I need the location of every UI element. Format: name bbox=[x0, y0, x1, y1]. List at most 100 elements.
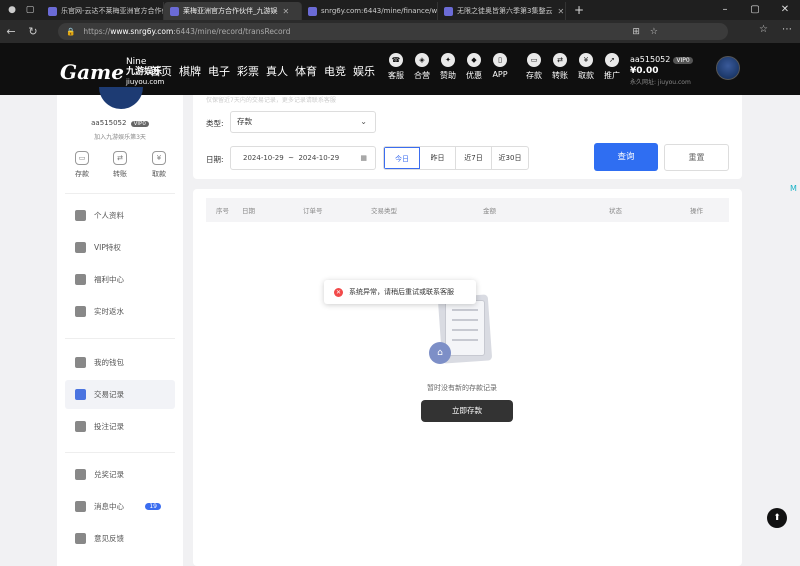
vip-icon bbox=[75, 242, 86, 253]
chevron-down-icon: ⌄ bbox=[360, 117, 367, 126]
main-nav: 首页 棋牌 电子 彩票 真人 体育 电竞 娱乐 bbox=[150, 63, 375, 79]
browser-tab[interactable]: snrg6y.com:6443/mine/finance/w✕ bbox=[302, 2, 438, 20]
refresh-icon[interactable]: ↻ bbox=[22, 25, 44, 38]
sidebar-transfer[interactable]: ⇄ 转账 bbox=[105, 151, 135, 179]
close-tab-icon[interactable]: ✕ bbox=[557, 7, 564, 16]
nav-slots[interactable]: 电子 bbox=[208, 63, 230, 79]
sidebar-item-prizes[interactable]: 兑奖记录 bbox=[65, 460, 175, 489]
query-button[interactable]: 查询 bbox=[594, 143, 658, 171]
divider bbox=[65, 338, 175, 339]
nav-live[interactable]: 真人 bbox=[266, 63, 288, 79]
close-window-icon[interactable]: ✕ bbox=[770, 0, 800, 20]
filter-panel: 仅保留近7天内的交易记录，更多记录请联系客服 类型: 存款 ⌄ 日期: 2024-… bbox=[193, 95, 742, 179]
sidebar-item-profile[interactable]: 个人资料 bbox=[65, 201, 175, 230]
sidebar-item-rebate[interactable]: 实时返水 bbox=[65, 297, 175, 326]
back-to-top-icon[interactable]: ⬆ bbox=[767, 508, 787, 528]
error-toast: ✕ 系统异常，请稍后重试或联系客服 bbox=[324, 280, 476, 304]
header-promotions[interactable]: ◆ 优惠 bbox=[463, 53, 485, 81]
sponsor-icon: ✦ bbox=[441, 53, 455, 67]
nav-entertainment[interactable]: 娱乐 bbox=[353, 63, 375, 79]
gift-icon: ◆ bbox=[467, 53, 481, 67]
date-label: 日期: bbox=[206, 155, 224, 164]
sidebar-avatar[interactable] bbox=[99, 87, 143, 109]
sidebar-item-feedback[interactable]: 意见反馈 bbox=[65, 524, 175, 553]
partner-icon: ◈ bbox=[415, 53, 429, 67]
range-7days[interactable]: 近7日 bbox=[456, 147, 492, 169]
minimize-icon[interactable]: – bbox=[710, 0, 740, 20]
avatar[interactable] bbox=[716, 56, 740, 80]
sidebar-item-transactions[interactable]: 交易记录 bbox=[65, 380, 175, 409]
vip-badge: VIP0 bbox=[673, 57, 693, 64]
profile-icon bbox=[75, 210, 86, 221]
app-available-icon[interactable]: ⊞ bbox=[632, 27, 640, 37]
reset-button[interactable]: 重置 bbox=[664, 144, 729, 171]
sidebar-item-vip[interactable]: VIP特权 bbox=[65, 233, 175, 262]
header-customer-service[interactable]: ☎ 客服 bbox=[385, 53, 407, 81]
lock-icon[interactable]: 🔒 bbox=[66, 27, 75, 36]
header-user-info[interactable]: aa515052 VIP0 ¥0.00 永久网址: jiuyou.com bbox=[630, 55, 693, 86]
nav-chess[interactable]: 棋牌 bbox=[179, 63, 201, 79]
join-days: 加入九游娱乐第3天 bbox=[94, 134, 146, 141]
favorite-star-icon[interactable]: ☆ bbox=[650, 27, 658, 37]
permanent-site: 永久网址: jiuyou.com bbox=[630, 79, 691, 86]
header-deposit[interactable]: ▭ 存款 bbox=[523, 53, 545, 81]
col-action: 操作 bbox=[690, 207, 703, 215]
sidebar-item-welfare[interactable]: 福利中心 bbox=[65, 265, 175, 294]
site-favicon-icon bbox=[48, 6, 57, 16]
header-sponsor[interactable]: ✦ 赞助 bbox=[437, 53, 459, 81]
transfer-icon: ⇄ bbox=[553, 53, 567, 67]
sidebar-item-messages[interactable]: 消息中心 19 bbox=[65, 492, 175, 521]
transaction-icon bbox=[75, 389, 86, 400]
browser-tab[interactable]: 无限之徒奥皆第六季第3集整云 ✕ bbox=[438, 2, 566, 20]
new-tab-icon[interactable]: + bbox=[574, 3, 584, 17]
col-order-no: 订单号 bbox=[303, 207, 323, 215]
range-yesterday[interactable]: 昨日 bbox=[420, 147, 456, 169]
url-field[interactable]: 🔒 https://www.snrg6y.com:6443/mine/recor… bbox=[58, 23, 728, 40]
header-promote[interactable]: ➚ 推广 bbox=[601, 53, 623, 81]
range-30days[interactable]: 近30日 bbox=[492, 147, 528, 169]
back-icon[interactable]: ← bbox=[0, 25, 22, 38]
sidebar-withdraw[interactable]: ¥ 取款 bbox=[144, 151, 174, 179]
col-index: 序号 bbox=[216, 207, 229, 215]
table-header: 序号 日期 订单号 交易类型 金额 状态 操作 bbox=[206, 198, 729, 222]
date-range-picker[interactable]: 2024-10-29 ~ 2024-10-29 ▦ bbox=[230, 146, 376, 170]
transfer-icon: ⇄ bbox=[113, 151, 127, 165]
nav-lottery[interactable]: 彩票 bbox=[237, 63, 259, 79]
type-label: 类型: bbox=[206, 119, 224, 128]
header-withdraw[interactable]: ¥ 取款 bbox=[575, 53, 597, 81]
sidebar-item-wallet[interactable]: 我的钱包 bbox=[65, 348, 175, 377]
divider bbox=[65, 452, 175, 453]
browser-tab[interactable]: 乐官网-云达不莱梅亚洲官方合作伙 bbox=[42, 2, 164, 20]
calendar-icon: ▦ bbox=[360, 154, 367, 162]
sidebar-item-bet-records[interactable]: 投注记录 bbox=[65, 412, 175, 441]
phone-icon: ▯ bbox=[493, 53, 507, 67]
address-bar-row: ← ↻ 🔒 https://www.snrg6y.com:6443/mine/r… bbox=[0, 20, 800, 43]
nav-sports[interactable]: 体育 bbox=[295, 63, 317, 79]
promote-icon: ➚ bbox=[605, 53, 619, 67]
site-favicon-icon bbox=[444, 6, 453, 16]
message-count-badge: 19 bbox=[145, 503, 161, 510]
favorites-icon[interactable]: ☆ bbox=[759, 24, 768, 35]
edge-indicator: M bbox=[790, 184, 797, 193]
header-partner[interactable]: ◈ 合营 bbox=[411, 53, 433, 81]
maximize-icon[interactable]: ▢ bbox=[740, 0, 770, 20]
balance: ¥0.00 bbox=[630, 66, 659, 76]
header-actions: ☎ 客服 ◈ 合营 ✦ 赞助 ◆ 优惠 ▯ APP ▭ 存款 ⇄ 转账 ¥ 取款 ➚ 推广 bbox=[385, 53, 623, 81]
nav-esports[interactable]: 电竞 bbox=[324, 63, 346, 79]
close-tab-icon[interactable]: ✕ bbox=[283, 7, 290, 16]
site-logo[interactable]: Game Nine 九游娱乐 jiuyou.com bbox=[60, 57, 164, 87]
type-select[interactable]: 存款 ⌄ bbox=[230, 111, 376, 133]
sidebar-username: aa515052 VIP0 bbox=[57, 119, 183, 127]
header-app[interactable]: ▯ APP bbox=[489, 53, 511, 81]
header-transfer[interactable]: ⇄ 转账 bbox=[549, 53, 571, 81]
range-today[interactable]: 今日 bbox=[384, 147, 420, 169]
profile-icon[interactable]: ● bbox=[6, 4, 18, 16]
deposit-now-button[interactable]: 立即存款 bbox=[421, 400, 513, 422]
site-favicon-icon bbox=[308, 6, 317, 16]
sidebar-deposit[interactable]: ▭ 存款 bbox=[67, 151, 97, 179]
nav-home[interactable]: 首页 bbox=[150, 63, 172, 79]
more-menu-icon[interactable]: ⋯ bbox=[782, 24, 792, 35]
browser-tab-active[interactable]: 莱梅亚洲官方合作伙伴_九游娱 ✕ bbox=[164, 2, 302, 20]
tab-actions-icon[interactable]: ▢ bbox=[24, 4, 36, 16]
wallet-icon: ▭ bbox=[527, 53, 541, 67]
